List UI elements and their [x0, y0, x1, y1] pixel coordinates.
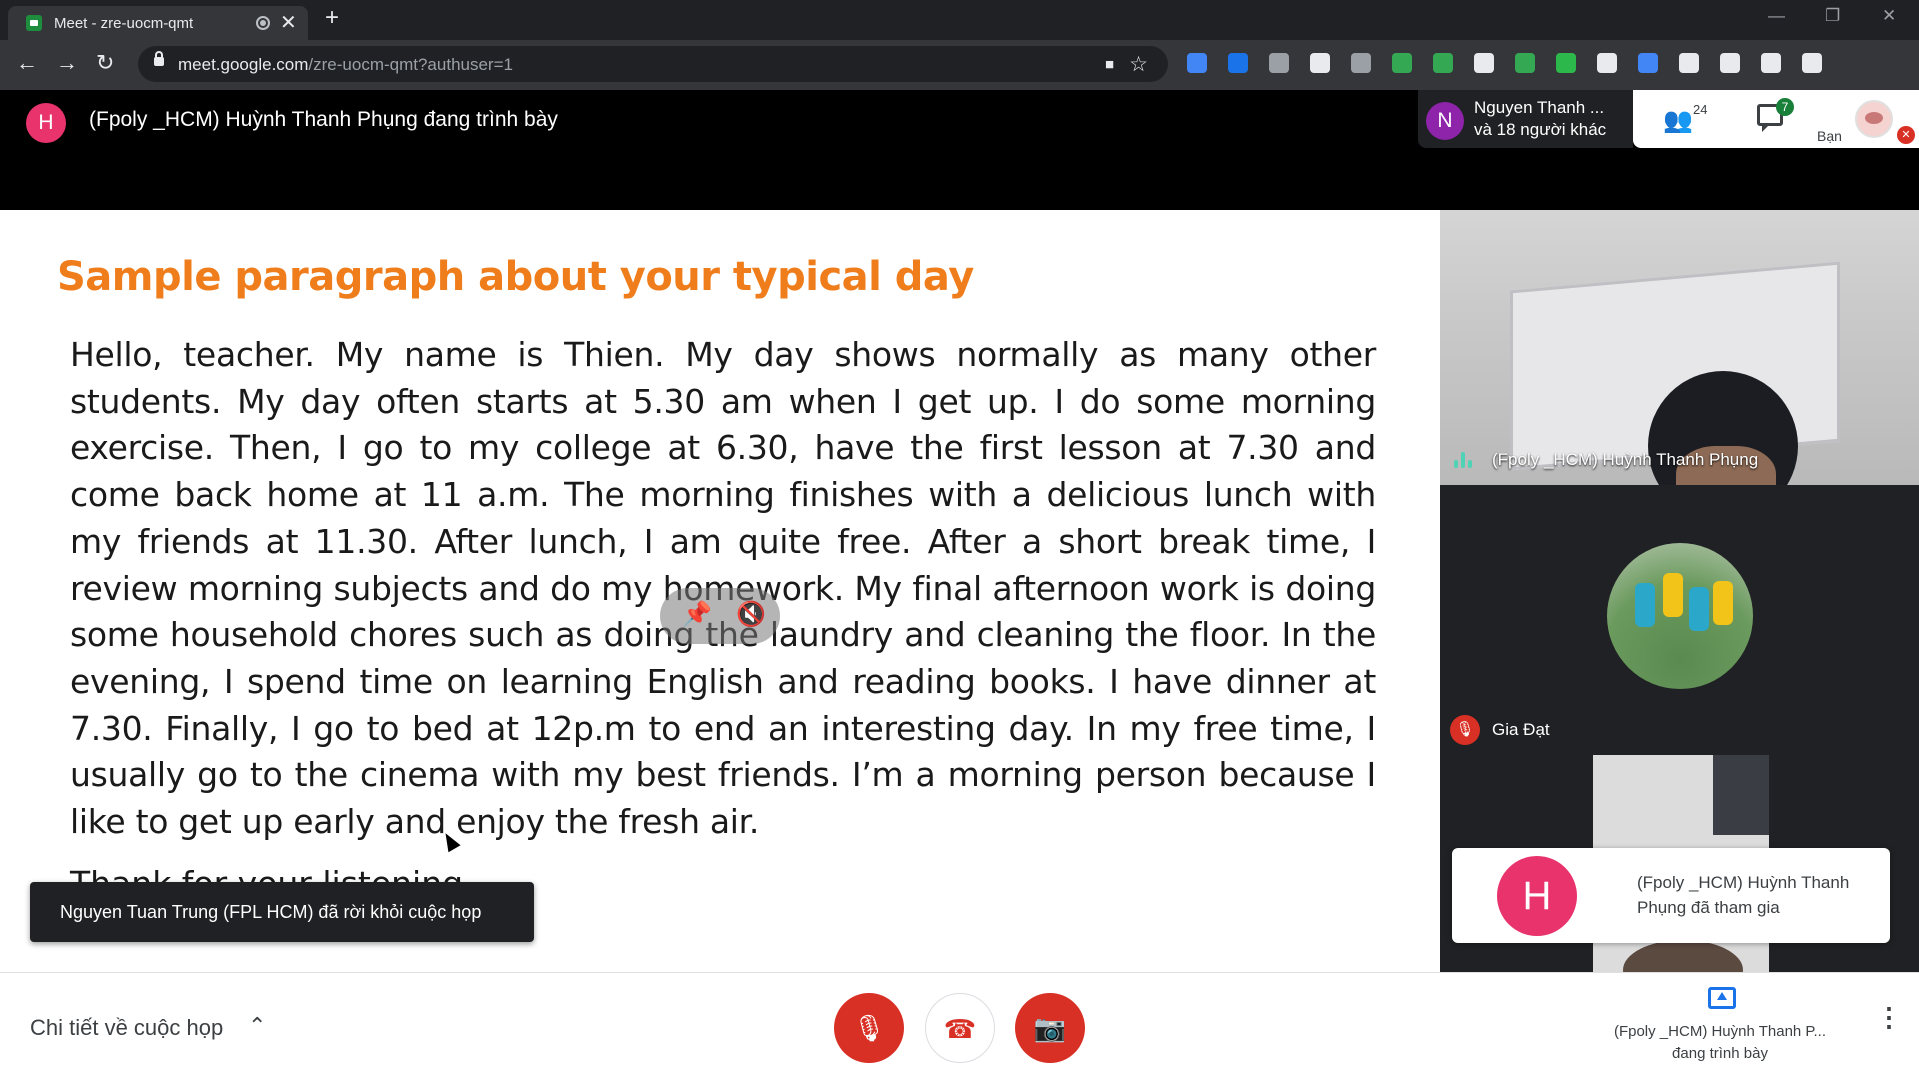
- url-host: meet.google.com: [178, 55, 309, 74]
- browser-extension-icon[interactable]: [1761, 53, 1781, 73]
- speaker-name: Nguyen Thanh ...: [1474, 98, 1605, 117]
- reload-button[interactable]: ↻: [96, 50, 114, 76]
- presenting-status: đang trình bày: [1672, 1045, 1768, 1062]
- address-bar[interactable]: meet.google.com/zre-uocm-qmt?authuser=1 …: [138, 46, 1168, 82]
- participant-name: (Fpoly _HCM) Huỳnh Thanh Phụng: [1492, 450, 1759, 469]
- player-figure: [1689, 587, 1709, 631]
- left-meeting-toast: Nguyen Tuan Trung (FPL HCM) đã rời khỏi …: [30, 882, 534, 942]
- pin-icon[interactable]: 📌: [682, 600, 712, 629]
- meeting-controls-bar: Chi tiết về cuộc họp ⌃ 🎙 ☎ 📷 (Fpoly _HCM…: [0, 972, 1919, 1079]
- browser-extension-icon[interactable]: [1228, 53, 1248, 73]
- pin-overlay[interactable]: 📌 🔇: [660, 588, 780, 644]
- tab-title: Meet - zre-uocm-qmt: [54, 15, 194, 32]
- participant-video: [1713, 755, 1769, 835]
- new-tab-button[interactable]: +: [325, 4, 339, 32]
- participant-avatar-gia-dat: [1607, 543, 1753, 689]
- recording-indicator-icon: [256, 16, 270, 30]
- chat-badge: 7: [1776, 98, 1794, 116]
- self-avatar[interactable]: [1855, 100, 1893, 138]
- camera-permission-icon[interactable]: ■: [1105, 56, 1114, 73]
- participants-panel: (Fpoly _HCM) Huỳnh Thanh Phụng 🎙 Gia Đạt…: [1440, 210, 1919, 972]
- player-figure: [1663, 573, 1683, 617]
- url-text[interactable]: meet.google.com/zre-uocm-qmt?authuser=1: [178, 55, 513, 75]
- camera-toggle-button[interactable]: 📷: [1015, 993, 1085, 1063]
- close-window-button[interactable]: ✕: [1882, 6, 1896, 26]
- people-icon[interactable]: 👥: [1663, 106, 1693, 135]
- slide-title: Sample paragraph about your typical day: [57, 254, 974, 300]
- chevron-up-icon[interactable]: ⌃: [248, 1013, 266, 1039]
- browser-extension-icon[interactable]: [1802, 53, 1822, 73]
- back-button[interactable]: ←: [16, 50, 38, 76]
- meet-header: H (Fpoly _HCM) Huỳnh Thanh Phụng đang tr…: [0, 90, 1919, 210]
- browser-extension-icon[interactable]: [1433, 53, 1453, 73]
- meet-favicon-icon: [26, 15, 42, 31]
- browser-extension-icon[interactable]: [1474, 53, 1494, 73]
- browser-extension-icon[interactable]: [1679, 53, 1699, 73]
- toast-text: Nguyen Tuan Trung (FPL HCM) đã rời khỏi …: [60, 902, 482, 922]
- browser-extension-icon[interactable]: [1351, 53, 1371, 73]
- browser-tab-bar: Meet - zre-uocm-qmt ✕ + — ❐ ✕: [0, 0, 1919, 40]
- joined-avatar: H: [1497, 856, 1577, 936]
- browser-extension-icon[interactable]: [1597, 53, 1617, 73]
- leave-call-button[interactable]: ☎: [925, 993, 995, 1063]
- browser-extension-icon[interactable]: [1638, 53, 1658, 73]
- lock-icon[interactable]: [154, 51, 164, 66]
- participant-name: Gia Đạt: [1492, 720, 1550, 739]
- muted-mic-icon: 🎙: [1450, 715, 1480, 745]
- active-speakers-pill[interactable]: N Nguyen Thanh ... và 18 người khác: [1418, 90, 1633, 148]
- speaking-indicator-icon: [1454, 452, 1472, 468]
- browser-extension-icon[interactable]: [1392, 53, 1412, 73]
- player-figure: [1635, 583, 1655, 627]
- more-options-icon[interactable]: ⋮: [1876, 1004, 1902, 1030]
- browser-extension-icon[interactable]: [1515, 53, 1535, 73]
- muted-audio-icon[interactable]: 🔇: [736, 600, 766, 629]
- minimize-window-button[interactable]: —: [1768, 6, 1785, 26]
- presentation-view: Sample paragraph about your typical day …: [0, 210, 1440, 972]
- player-figure: [1713, 581, 1733, 625]
- joined-text: (Fpoly _HCM) Huỳnh Thanh Phụng đã tham g…: [1637, 873, 1850, 917]
- presenting-name[interactable]: (Fpoly _HCM) Huỳnh Thanh P...: [1590, 1023, 1850, 1040]
- url-path: /zre-uocm-qmt?authuser=1: [308, 55, 513, 74]
- participant-tile-presenter[interactable]: (Fpoly _HCM) Huỳnh Thanh Phụng: [1440, 210, 1919, 485]
- browser-toolbar: ← → ↻ meet.google.com/zre-uocm-qmt?authu…: [0, 40, 1919, 90]
- camera-off-icon: 📷: [1033, 1013, 1067, 1043]
- present-screen-icon[interactable]: [1708, 987, 1736, 1009]
- self-label: Bạn: [1817, 128, 1842, 144]
- meeting-actions: 👥 24 7 Bạn ✕: [1633, 90, 1919, 148]
- browser-extension-icon[interactable]: [1720, 53, 1740, 73]
- browser-extension-icon[interactable]: [1187, 53, 1207, 73]
- bookmark-star-icon[interactable]: ☆: [1129, 52, 1148, 77]
- speaker-others: và 18 người khác: [1474, 120, 1607, 139]
- browser-extension-icon[interactable]: [1310, 53, 1330, 73]
- mic-off-icon: 🎙: [852, 1013, 886, 1043]
- browser-extension-icon[interactable]: [1269, 53, 1289, 73]
- presenter-title: (Fpoly _HCM) Huỳnh Thanh Phụng đang trìn…: [89, 108, 558, 131]
- joined-notification: H (Fpoly _HCM) Huỳnh Thanh Phụng đã tham…: [1452, 848, 1890, 943]
- presenter-avatar: H: [26, 103, 66, 143]
- browser-extension-icon[interactable]: [1556, 53, 1576, 73]
- people-count: 24: [1693, 102, 1708, 117]
- speaker-avatar: N: [1426, 102, 1464, 140]
- tab-close-icon[interactable]: ✕: [280, 10, 297, 35]
- participant-face: [1623, 940, 1743, 972]
- restore-window-button[interactable]: ❐: [1825, 6, 1840, 26]
- hang-up-icon: ☎: [943, 1014, 977, 1044]
- self-muted-icon: ✕: [1897, 126, 1915, 144]
- meeting-details-button[interactable]: Chi tiết về cuộc họp: [30, 1015, 223, 1041]
- browser-tab[interactable]: Meet - zre-uocm-qmt ✕: [8, 6, 308, 40]
- forward-button[interactable]: →: [56, 50, 78, 76]
- microphone-toggle-button[interactable]: 🎙: [834, 993, 904, 1063]
